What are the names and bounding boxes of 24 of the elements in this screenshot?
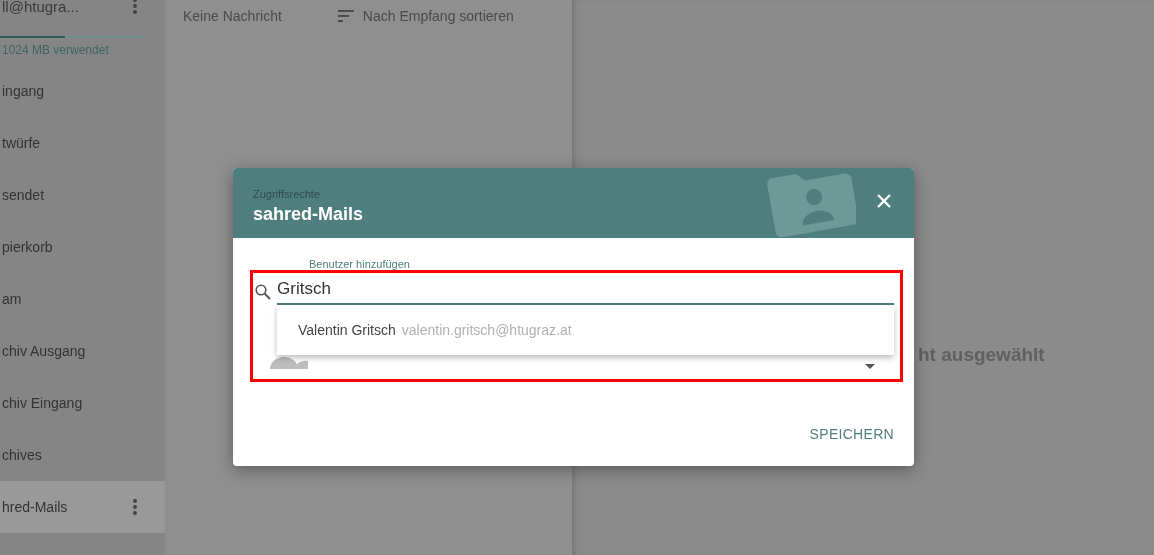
folder-item[interactable]: chiv Ausgang xyxy=(0,325,165,377)
sort-icon xyxy=(337,10,354,22)
folder-item[interactable]: twürfe xyxy=(0,117,165,169)
sort-button[interactable]: Nach Empfang sortieren xyxy=(337,8,514,24)
close-icon xyxy=(876,193,892,209)
folder-item[interactable]: pierkorb xyxy=(0,221,165,273)
save-button[interactable]: SPEICHERN xyxy=(809,422,894,446)
group-avatar-icon xyxy=(270,355,308,369)
folder-item[interactable]: chives xyxy=(0,429,165,481)
field-label: Benutzer hinzufügen xyxy=(309,258,411,270)
folder-item[interactable]: hred-Mails xyxy=(0,481,165,533)
empty-list-text: Keine Nachricht xyxy=(183,8,282,24)
suggestion-item[interactable]: Valentin Gritsch valentin.gritsch@htugraz.at xyxy=(277,305,894,355)
dialog-title: sahred-Mails xyxy=(253,203,365,225)
quota-text: 1024 MB verwendet xyxy=(1,42,110,59)
caret-icon[interactable] xyxy=(865,364,875,369)
search-icon xyxy=(255,284,271,300)
folder-item[interactable]: am xyxy=(0,273,165,325)
more-options-icon[interactable] xyxy=(132,498,138,516)
more-options-icon[interactable] xyxy=(132,0,138,15)
folder-item[interactable]: chiv Eingang xyxy=(0,377,165,429)
account-address: ll@htugra... xyxy=(2,0,79,15)
folder-item[interactable]: ingang xyxy=(0,65,165,117)
folder-item[interactable]: sendet xyxy=(0,169,165,221)
